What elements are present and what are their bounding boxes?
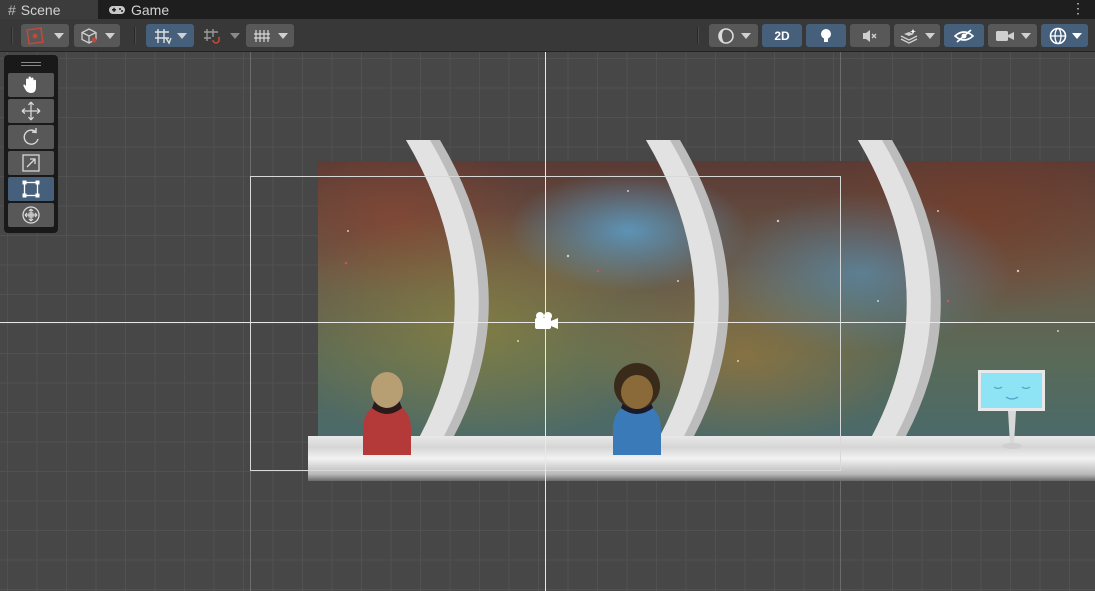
rect-tool-button[interactable] [8,177,54,201]
gizmos-icon [1049,27,1066,44]
transform-tool-button[interactable] [8,203,54,227]
audio-mute-icon [863,29,877,42]
gamepad-icon [109,5,125,14]
chevron-down-icon [740,32,751,39]
chevron-down-icon [925,32,935,39]
gizmos-dropdown[interactable] [1041,24,1088,47]
palette-grip[interactable] [21,62,41,63]
hand-tool-button[interactable] [8,73,54,97]
move-tool-icon [21,101,41,121]
lighting-toggle-button[interactable] [806,24,846,47]
toolbar-separator [697,27,699,44]
tab-game-label: Game [131,1,170,18]
tab-menu-icon[interactable]: ⋮ [1071,0,1085,16]
draw-mode-dropdown[interactable] [21,24,69,47]
tab-scene[interactable]: # Scene [0,0,98,19]
grid-snap-icon [155,28,172,45]
scene-toolbar: 2D [0,19,1095,52]
rotate-tool-icon [23,128,39,145]
audio-toggle-button[interactable] [850,24,890,47]
palette-grip[interactable] [21,65,41,66]
toolbar-separator [134,27,136,44]
screen-kiosk-sprite[interactable] [978,370,1045,449]
scene-viewport[interactable] [0,52,1095,591]
scale-tool-button[interactable] [8,151,54,175]
orientation-cube-icon [81,27,97,44]
hand-tool-icon [23,76,36,93]
chevron-down-icon [230,32,240,39]
grid-visibility-dropdown[interactable] [246,24,294,47]
increment-snap-icon [204,28,220,44]
red-character-sprite[interactable] [363,372,411,455]
grid-snap-dropdown[interactable] [146,24,194,47]
scene-visibility-button[interactable] [944,24,984,47]
hash-icon: # [8,1,16,18]
arch-pillar[interactable] [858,140,941,436]
tool-palette [4,55,58,233]
effects-layers-icon [900,28,918,44]
blue-character-sprite[interactable] [613,363,661,455]
window-arches [0,52,1095,591]
chevron-down-icon [54,32,64,39]
scene-visibility-icon [953,28,975,43]
2d-toggle-button[interactable]: 2D [762,24,802,47]
toolbar-separator [11,27,13,44]
tab-scene-label: Scene [20,1,61,18]
draw-mode-icon [26,26,44,45]
scale-tool-icon [22,154,40,172]
tab-game[interactable]: Game [100,0,190,19]
shading-sphere-icon [717,27,734,44]
chevron-down-icon [1020,32,1031,39]
lighting-bulb-icon [821,28,831,42]
transform-tool-icon [22,206,40,224]
effects-dropdown[interactable] [894,24,940,47]
chevron-down-icon [105,32,115,39]
rect-tool-icon [22,180,40,198]
rotate-tool-button[interactable] [8,125,54,149]
grid-visibility-icon [254,29,270,42]
shading-mode-dropdown[interactable] [709,24,758,47]
camera-dropdown[interactable] [988,24,1037,47]
tab-bar: # Scene Game ⋮ [0,0,1095,19]
move-tool-button[interactable] [8,99,54,123]
orientation-dropdown[interactable] [74,24,120,47]
arch-pillar[interactable] [406,140,489,436]
increment-snap-dropdown[interactable] [198,24,244,47]
chevron-down-icon [1071,32,1082,39]
chevron-down-icon [278,32,288,39]
chevron-down-icon [177,32,187,39]
camera-gizmo-icon[interactable] [535,312,558,329]
camera-icon [995,30,1014,41]
